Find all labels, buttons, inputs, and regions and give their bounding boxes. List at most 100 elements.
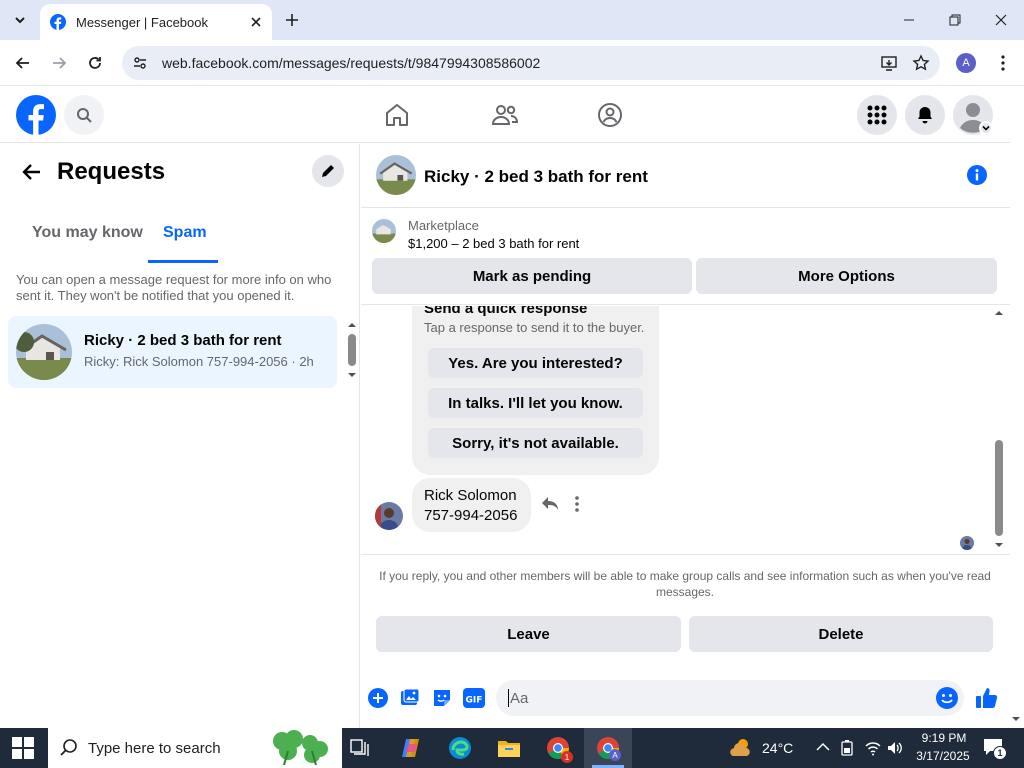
shamrock-icon — [273, 730, 328, 766]
tab-you-may-know[interactable]: You may know — [32, 224, 143, 242]
scroll-down-icon[interactable] — [993, 540, 1005, 550]
chat-scroll-thumb[interactable] — [995, 440, 1003, 536]
leave-button[interactable]: Leave — [376, 616, 681, 652]
sender-avatar[interactable] — [375, 502, 403, 530]
close-tab-icon[interactable] — [250, 16, 262, 28]
quick-response-title: Send a quick response — [424, 306, 588, 317]
battery-icon[interactable] — [840, 740, 854, 756]
taskbar-search-placeholder: Type here to search — [88, 739, 221, 757]
tray-overflow-button[interactable] — [816, 742, 830, 752]
start-button[interactable] — [12, 737, 34, 759]
conversation-info-button[interactable] — [967, 165, 987, 185]
file-explorer-button[interactable] — [494, 733, 524, 763]
emoji-button[interactable] — [936, 687, 958, 709]
plus-circle-icon — [368, 688, 388, 708]
divider — [361, 554, 1010, 555]
scroll-up-icon[interactable] — [346, 320, 358, 330]
chrome-profile-button[interactable]: A — [593, 733, 623, 763]
facebook-logo[interactable] — [16, 95, 56, 135]
active-tab-underline — [148, 260, 218, 263]
requests-scrollbar[interactable] — [346, 320, 358, 384]
copilot-icon — [402, 739, 419, 757]
address-bar[interactable]: web.facebook.com/messages/requests/t/984… — [122, 46, 940, 80]
reload-button[interactable] — [80, 48, 110, 78]
attach-photo-button[interactable] — [400, 688, 420, 708]
account-avatar[interactable] — [953, 95, 993, 135]
nav-home[interactable] — [384, 102, 410, 128]
listing-title[interactable]: $1,200 – 2 bed 3 bath for rent — [408, 236, 579, 251]
svg-text:GIF: GIF — [466, 696, 483, 706]
site-info-icon[interactable] — [132, 55, 148, 71]
scroll-up-icon[interactable] — [993, 308, 1005, 318]
facebook-search-button[interactable] — [64, 95, 104, 135]
message-input[interactable]: Aa — [496, 680, 964, 716]
reply-button[interactable] — [541, 496, 559, 512]
browser-tab[interactable]: Messenger | Facebook — [40, 4, 272, 40]
notifications-button[interactable] — [905, 95, 945, 135]
quick-response-in-talks[interactable]: In talks. I'll let you know. — [428, 388, 643, 418]
minimize-icon — [904, 19, 914, 21]
close-icon — [995, 14, 1007, 26]
request-list-item[interactable]: Ricky · 2 bed 3 bath for rent Ricky: Ric… — [8, 316, 337, 388]
sticker-button[interactable] — [432, 688, 452, 708]
browser-menu-button[interactable] — [988, 48, 1018, 78]
message-input-placeholder: Aa — [510, 689, 529, 707]
chat-thumbnail[interactable] — [376, 155, 416, 195]
copilot-button[interactable] — [396, 733, 426, 763]
weather-temperature[interactable]: 24°C — [762, 740, 793, 756]
tab-title: Messenger | Facebook — [76, 14, 208, 30]
like-button[interactable] — [975, 686, 999, 710]
new-message-button[interactable] — [312, 155, 344, 187]
quick-response-not-available[interactable]: Sorry, it's not available. — [428, 428, 643, 458]
account-chevron[interactable] — [979, 121, 993, 135]
more-actions-button[interactable] — [368, 688, 388, 708]
nav-groups[interactable] — [597, 102, 623, 128]
minimize-button[interactable] — [886, 0, 932, 40]
scroll-down-icon[interactable] — [346, 370, 358, 380]
notification-center-button[interactable]: 1 — [983, 738, 1007, 760]
scroll-thumb[interactable] — [348, 334, 356, 366]
mark-as-pending-button[interactable]: Mark as pending — [372, 258, 692, 294]
forward-button[interactable] — [44, 48, 74, 78]
restore-button[interactable] — [932, 0, 978, 40]
gif-button[interactable]: GIF — [463, 688, 485, 708]
new-tab-button[interactable] — [278, 6, 306, 34]
requests-back-button[interactable] — [22, 162, 42, 182]
requests-title: Requests — [57, 158, 166, 185]
message-bubble[interactable]: Rick Solomon 757-994-2056 — [412, 478, 531, 532]
more-vertical-icon — [575, 496, 579, 512]
facebook-logo-icon — [16, 95, 56, 135]
task-view-button[interactable] — [345, 733, 375, 763]
close-window-button[interactable] — [978, 0, 1024, 40]
network-icon[interactable] — [864, 740, 882, 756]
back-button[interactable] — [8, 48, 38, 78]
nav-friends[interactable] — [491, 102, 519, 128]
page-scroll-down[interactable] — [1010, 714, 1022, 724]
tab-spam[interactable]: Spam — [163, 224, 207, 242]
url-text[interactable]: web.facebook.com/messages/requests/t/984… — [162, 55, 880, 71]
search-icon — [77, 108, 92, 123]
clock-time[interactable]: 9:19 PM — [916, 731, 972, 745]
marketplace-bar: Marketplace $1,200 – 2 bed 3 bath for re… — [361, 209, 1010, 305]
reply-notice: If you reply, you and other members will… — [379, 569, 991, 599]
delete-button[interactable]: Delete — [689, 616, 993, 652]
clock-date[interactable]: 3/17/2025 — [912, 749, 974, 763]
message-more-button[interactable] — [575, 496, 579, 512]
tab-search-button[interactable] — [6, 6, 34, 34]
bookmark-star-icon[interactable] — [912, 54, 930, 72]
taskbar-search-box[interactable]: Type here to search — [48, 728, 342, 768]
install-app-icon[interactable] — [880, 54, 898, 72]
browser-profile-avatar[interactable]: A — [956, 53, 976, 73]
weather-widget[interactable] — [729, 736, 753, 760]
menu-button[interactable] — [857, 95, 897, 135]
quick-response-yes[interactable]: Yes. Are you interested? — [428, 348, 643, 378]
request-name: Ricky · 2 bed 3 bath for rent — [84, 332, 282, 349]
thumbs-up-icon — [976, 688, 998, 708]
edge-button[interactable] — [445, 733, 475, 763]
volume-icon[interactable] — [886, 740, 904, 756]
more-options-button[interactable]: More Options — [696, 258, 997, 294]
pencil-icon — [322, 165, 334, 177]
chat-scrollbar[interactable] — [993, 308, 1005, 550]
chat-title[interactable]: Ricky · 2 bed 3 bath for rent — [424, 167, 648, 187]
chrome-button[interactable]: 1 — [543, 733, 573, 763]
